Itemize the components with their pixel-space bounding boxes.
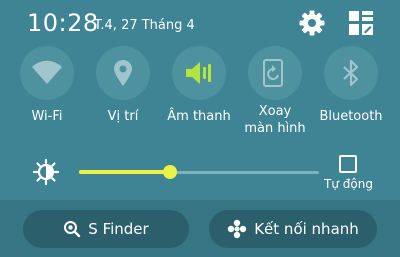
toggle-label-line2: màn hình (244, 121, 306, 136)
quick-connect-icon (228, 219, 247, 239)
toggle-rotate-circle (248, 46, 302, 100)
s-finder-button[interactable]: S Finder (23, 210, 189, 248)
quick-settings-panel: 10:28 T.4, 27 Tháng 4 Wi-Fi Vị trí Âm th… (0, 0, 400, 200)
toggle-label: Bluetooth (319, 109, 383, 124)
grid-edit-icon[interactable] (348, 10, 374, 36)
bluetooth-icon (343, 59, 359, 87)
toggle-bluetooth[interactable]: Bluetooth (315, 46, 387, 125)
toggle-label-line1: Xoay (258, 104, 292, 119)
brightness-thumb[interactable] (163, 165, 178, 179)
brightness-slider[interactable] (79, 165, 319, 179)
location-pin-icon (114, 60, 132, 86)
rotate-icon (263, 59, 283, 87)
wifi-icon (32, 60, 62, 84)
quick-connect-label: Kết nối nhanh (254, 220, 359, 238)
toggle-label: Vị trí (107, 109, 139, 124)
toggle-location-circle (96, 46, 150, 100)
brightness-fill (79, 170, 171, 174)
s-finder-label: S Finder (88, 220, 149, 238)
bottom-button-bar: S Finder Kết nối nhanh (0, 200, 400, 257)
gear-icon[interactable] (297, 8, 327, 38)
toggle-bluetooth-circle (324, 46, 378, 100)
toggle-wifi-circle (20, 46, 74, 100)
toggle-rotate[interactable]: Xoay màn hình (239, 46, 311, 137)
toggle-sound-circle (172, 46, 226, 100)
search-icon (64, 221, 81, 238)
clock-time: 10:28 (27, 9, 99, 37)
auto-brightness-checkbox[interactable] (339, 155, 357, 173)
brightness-icon (32, 158, 60, 186)
toggle-location[interactable]: Vị trí (87, 46, 159, 125)
clock-date: T.4, 27 Tháng 4 (94, 18, 195, 33)
toggle-label: Wi-Fi (31, 109, 63, 124)
speaker-icon (186, 62, 211, 84)
toggle-sound[interactable]: Âm thanh (163, 46, 235, 125)
quick-connect-button[interactable]: Kết nối nhanh (209, 210, 377, 248)
toggle-wifi[interactable]: Wi-Fi (11, 46, 83, 125)
toggle-label: Âm thanh (167, 109, 231, 124)
auto-brightness-label: Tự động (324, 177, 373, 191)
